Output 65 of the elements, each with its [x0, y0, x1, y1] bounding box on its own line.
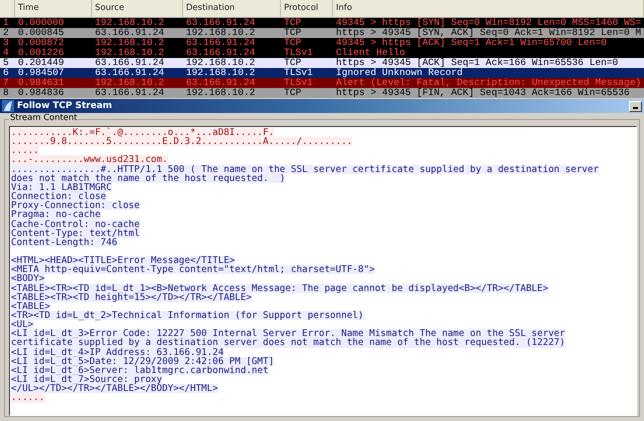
table-cell-text: TCP [283, 28, 302, 38]
fin-icon [2, 100, 14, 112]
column-header[interactable]: Protocol [281, 0, 333, 17]
packet-row[interactable]: 7 0.984631 192.168.10.2 63.166.91.24 TLSv1 Alert (Level: Fatal, Description: Unexpected Message) [0, 78, 644, 88]
table-cell-text: 63.166.91.24 [185, 78, 256, 88]
table-cell-text: 3 [2, 38, 10, 48]
table-cell-text: 5 [2, 58, 10, 68]
table-cell-text: 192.168.10.2 [94, 38, 166, 48]
table-cell-text: 192.168.10.2 [94, 18, 166, 28]
table-cell-text: TLSv1 [283, 68, 314, 78]
packet-row[interactable]: 1 0.000000 192.168.10.2 63.166.91.24 TCP 49345 > https [SYN] Seq=0 Win=8192 Len=0 MSS=1460 WS= [0, 18, 644, 28]
table-cell-text: 63.166.91.24 [94, 58, 166, 68]
table-cell-text: 0.984631 [17, 78, 66, 88]
table-cell-text: https > 49345 [SYN, ACK] Seq=0 Ack=1 Win=8192 Len=0 M [335, 28, 642, 38]
table-cell-text: https > 49345 [FIN, ACK] Seq=1043 Ack=166 Win=65536 [335, 88, 631, 98]
table-cell-text: 0.984836 [17, 88, 66, 98]
table-cell-text: TCP [283, 88, 302, 98]
table-cell-text: 49345 > https [ACK] Seq=1 Ack=1 Win=65700 Len=0 [335, 38, 608, 48]
column-header[interactable]: Time [15, 0, 92, 17]
table-cell-text: 63.166.91.24 [94, 88, 166, 98]
packet-row[interactable]: 6 0.984507 63.166.91.24 192.168.10.2 TLSv1 Ignored Unknown Record [0, 68, 644, 78]
table-cell-text: TLSv1 [283, 48, 314, 58]
table-cell-text: 192.168.10.2 [185, 68, 256, 78]
table-cell-text: 0.000872 [17, 38, 66, 48]
table-cell-text: TCP [283, 38, 302, 48]
packet-row[interactable]: 2 0.000845 63.166.91.24 192.168.10.2 TCP https > 49345 [SYN, ACK] Seq=0 Ack=1 Win=8192 Len=0 M [0, 28, 644, 38]
table-cell-text: 1 [2, 18, 10, 28]
packet-row[interactable]: 3 0.000872 192.168.10.2 63.166.91.24 TCP 49345 > https [ACK] Seq=1 Ack=1 Win=65700 Len=0 [0, 38, 644, 48]
table-cell-text: 6 [2, 68, 10, 78]
group-label: Stream Content [9, 113, 78, 123]
table-cell-text: 63.166.91.24 [185, 18, 256, 28]
packet-row[interactable]: 5 0.201449 63.166.91.24 192.168.10.2 TCP https > 49345 [ACK] Seq=1 Ack=166 Win=65536 Len=0 [0, 58, 644, 68]
column-header[interactable]: Destination [183, 0, 281, 17]
table-cell-text: 192.168.10.2 [185, 88, 256, 98]
table-cell-text: 192.168.10.2 [94, 78, 166, 88]
table-cell-text: 2 [2, 28, 10, 38]
column-header[interactable]: Source [92, 0, 183, 17]
table-cell-text: 0.001226 [17, 48, 66, 58]
table-cell-text: TCP [283, 18, 302, 28]
minimize-button[interactable] [629, 100, 642, 112]
packet-row[interactable]: 8 0.984836 63.166.91.24 192.168.10.2 TCP https > 49345 [FIN, ACK] Seq=1043 Ack=166 Win=65536 [0, 88, 644, 98]
table-cell-text: 0.000845 [17, 28, 66, 38]
table-cell-text: TLSv1 [283, 78, 314, 88]
table-cell-text: 0.201449 [17, 58, 66, 68]
table-cell-text: 192.168.10.2 [185, 28, 256, 38]
column-header[interactable]: Info [333, 0, 644, 17]
table-cell-text: 49345 > https [SYN] Seq=0 Win=8192 Len=0 MSS=1460 WS= [335, 18, 642, 28]
table-cell-text: 192.168.10.2 [185, 58, 256, 68]
table-cell-text: 63.166.91.24 [185, 48, 256, 58]
table-cell-text: 7 [2, 78, 10, 88]
table-cell-text: Client Hello [335, 48, 406, 58]
table-cell-text: 4 [2, 48, 10, 58]
table-cell-text: https > 49345 [ACK] Seq=1 Ack=166 Win=65536 Len=0 [335, 58, 620, 68]
table-cell-text: 8 [2, 88, 10, 98]
table-cell-text: 63.166.91.24 [185, 38, 256, 48]
table-cell-text: 0.984507 [17, 68, 66, 78]
table-cell-text: 63.166.91.24 [94, 28, 166, 38]
table-cell-text: 0.000000 [17, 18, 66, 28]
table-cell-text: 192.168.10.2 [94, 48, 166, 58]
table-cell-text: 63.166.91.24 [94, 68, 166, 78]
window-title: Follow TCP Stream [17, 101, 114, 111]
packet-row[interactable]: 4 0.001226 192.168.10.2 63.166.91.24 TLSv1 Client Hello [0, 48, 644, 58]
table-cell-text: Alert (Level: Fatal, Description: Unexpected Message) [335, 78, 642, 88]
table-cell-text: TCP [283, 58, 302, 68]
table-cell-text: Ignored Unknown Record [335, 68, 464, 78]
